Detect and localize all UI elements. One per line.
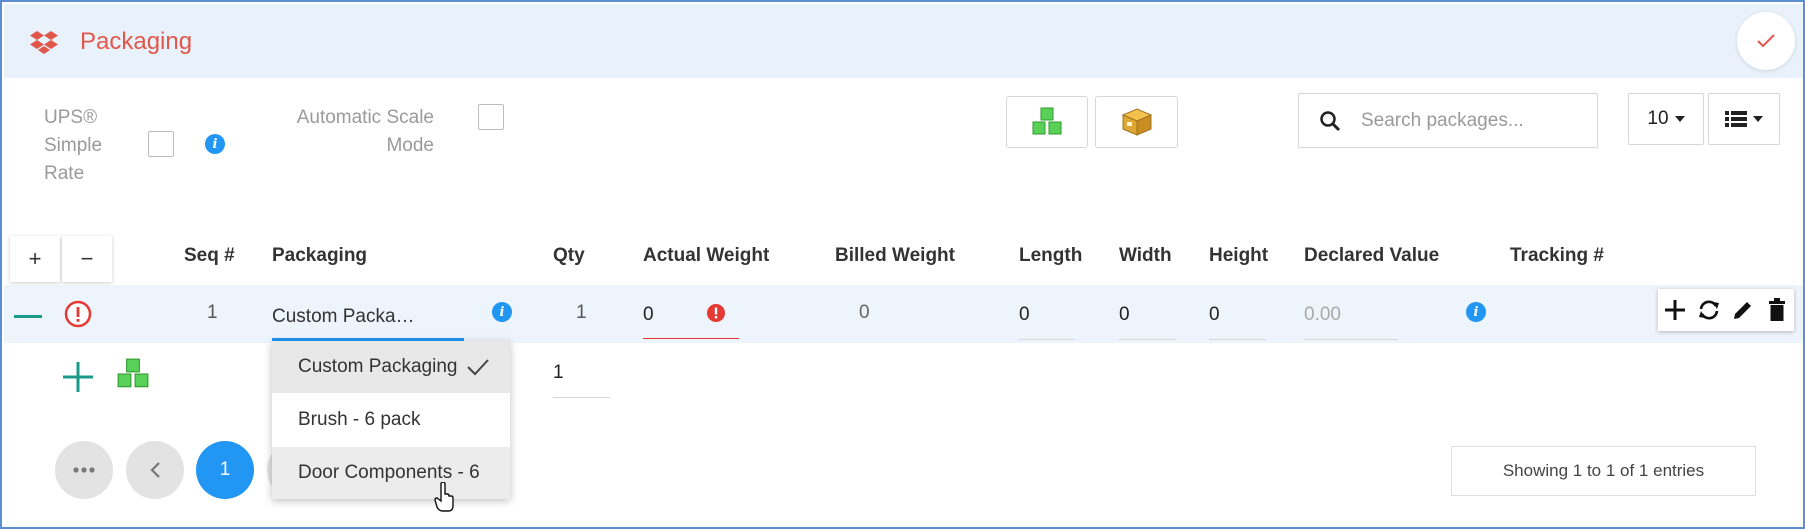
option-label: Brush - 6 pack: [298, 409, 421, 430]
check-icon: [1757, 34, 1775, 48]
plus-icon: [1665, 300, 1685, 320]
edit-row-button[interactable]: [1726, 289, 1760, 331]
packaging-dropdown-menu: Custom Packaging Brush - 6 pack Door Com…: [272, 341, 510, 499]
width-input[interactable]: 0: [1119, 304, 1130, 326]
height-input[interactable]: 0: [1209, 304, 1220, 326]
column-view-dropdown[interactable]: [1708, 93, 1780, 145]
column-header-packaging[interactable]: Packaging: [272, 245, 367, 267]
expand-all-button[interactable]: +: [10, 236, 60, 282]
chevron-down-icon: [1753, 116, 1763, 122]
dropdown-option-door-components-6[interactable]: Door Components - 6: [272, 447, 510, 499]
declared-value-input[interactable]: 0.00: [1304, 304, 1341, 326]
delete-row-button[interactable]: [1760, 289, 1794, 331]
new-qty-input[interactable]: 1: [553, 362, 564, 384]
ups-simple-rate-label: UPS® Simple Rate: [44, 107, 103, 184]
info-icon[interactable]: i: [205, 134, 225, 154]
package-box-button[interactable]: [1095, 96, 1178, 148]
search-input[interactable]: [1359, 108, 1589, 134]
refresh-icon: [1699, 300, 1719, 320]
column-header-declared-value[interactable]: Declared Value: [1304, 245, 1439, 267]
column-header-length[interactable]: Length: [1019, 245, 1082, 267]
column-header-tracking[interactable]: Tracking #: [1510, 245, 1604, 267]
add-row-button[interactable]: [1658, 289, 1692, 331]
confirm-button[interactable]: [1737, 12, 1795, 70]
ellipsis-icon: [73, 467, 95, 473]
column-header-actual-weight[interactable]: Actual Weight: [643, 245, 769, 267]
length-input[interactable]: 0: [1019, 304, 1030, 326]
declared-value-underline: [1304, 339, 1398, 340]
add-package-icon[interactable]: [62, 361, 94, 393]
automatic-scale-mode-checkbox[interactable]: [478, 104, 504, 130]
automatic-scale-mode-label: Automatic Scale Mode: [296, 107, 434, 156]
box-icon: [1121, 108, 1152, 136]
panel-header: Packaging: [4, 4, 1803, 78]
green-boxes-icon[interactable]: [116, 357, 150, 391]
actual-weight-underline: [643, 338, 739, 339]
packaging-panel: Packaging UPS® Simple Rate i Automatic S…: [0, 0, 1805, 529]
seq-value: 1: [207, 302, 218, 323]
billed-weight-value: 0: [859, 302, 870, 323]
actual-weight-input[interactable]: 0: [643, 304, 654, 326]
info-icon[interactable]: i: [492, 302, 512, 322]
refresh-row-button[interactable]: [1692, 289, 1726, 331]
length-underline: [1019, 339, 1075, 340]
previous-page-button[interactable]: [126, 441, 184, 499]
option-label: Door Components - 6: [298, 462, 480, 483]
search-box: [1298, 93, 1598, 148]
error-icon: [707, 304, 725, 322]
page-size-dropdown[interactable]: 10: [1628, 93, 1704, 145]
chevron-down-icon: [1674, 116, 1685, 122]
column-header-height[interactable]: Height: [1209, 245, 1268, 267]
packaging-select[interactable]: Custom Packa…: [272, 306, 415, 328]
dropdown-option-custom-packaging[interactable]: Custom Packaging: [272, 341, 510, 393]
dropdown-option-brush-6-pack[interactable]: Brush - 6 pack: [272, 394, 510, 446]
page-title: Packaging: [80, 28, 193, 55]
error-icon: [64, 300, 92, 328]
collapse-row-icon[interactable]: [14, 315, 42, 318]
more-button[interactable]: [55, 441, 113, 499]
list-icon: [1725, 111, 1747, 127]
column-header-seq[interactable]: Seq #: [184, 245, 235, 267]
option-label: Custom Packaging: [298, 356, 458, 377]
height-underline: [1209, 339, 1266, 340]
search-icon: [1320, 111, 1341, 132]
green-boxes-icon: [1032, 107, 1062, 135]
ups-simple-rate-checkbox[interactable]: [148, 131, 174, 157]
pencil-icon: [1734, 302, 1751, 319]
trash-icon: [1769, 298, 1785, 321]
row-actions: [1658, 289, 1794, 331]
info-icon[interactable]: i: [1466, 302, 1486, 322]
chevron-left-icon: [150, 462, 160, 478]
column-header-qty[interactable]: Qty: [553, 245, 585, 267]
page-1-button[interactable]: 1: [196, 441, 254, 499]
collapse-all-button[interactable]: −: [62, 236, 112, 282]
check-icon: [467, 359, 489, 376]
hand-cursor-icon: [434, 482, 454, 512]
new-qty-underline: [553, 397, 610, 398]
qty-value: 1: [576, 302, 587, 323]
column-header-width[interactable]: Width: [1119, 245, 1172, 267]
dropbox-icon: [30, 31, 58, 54]
entries-summary: Showing 1 to 1 of 1 entries: [1451, 446, 1756, 496]
add-packages-button[interactable]: [1006, 96, 1088, 148]
column-header-billed-weight[interactable]: Billed Weight: [835, 245, 955, 267]
page-size-value: 10: [1647, 108, 1669, 129]
width-underline: [1119, 339, 1176, 340]
